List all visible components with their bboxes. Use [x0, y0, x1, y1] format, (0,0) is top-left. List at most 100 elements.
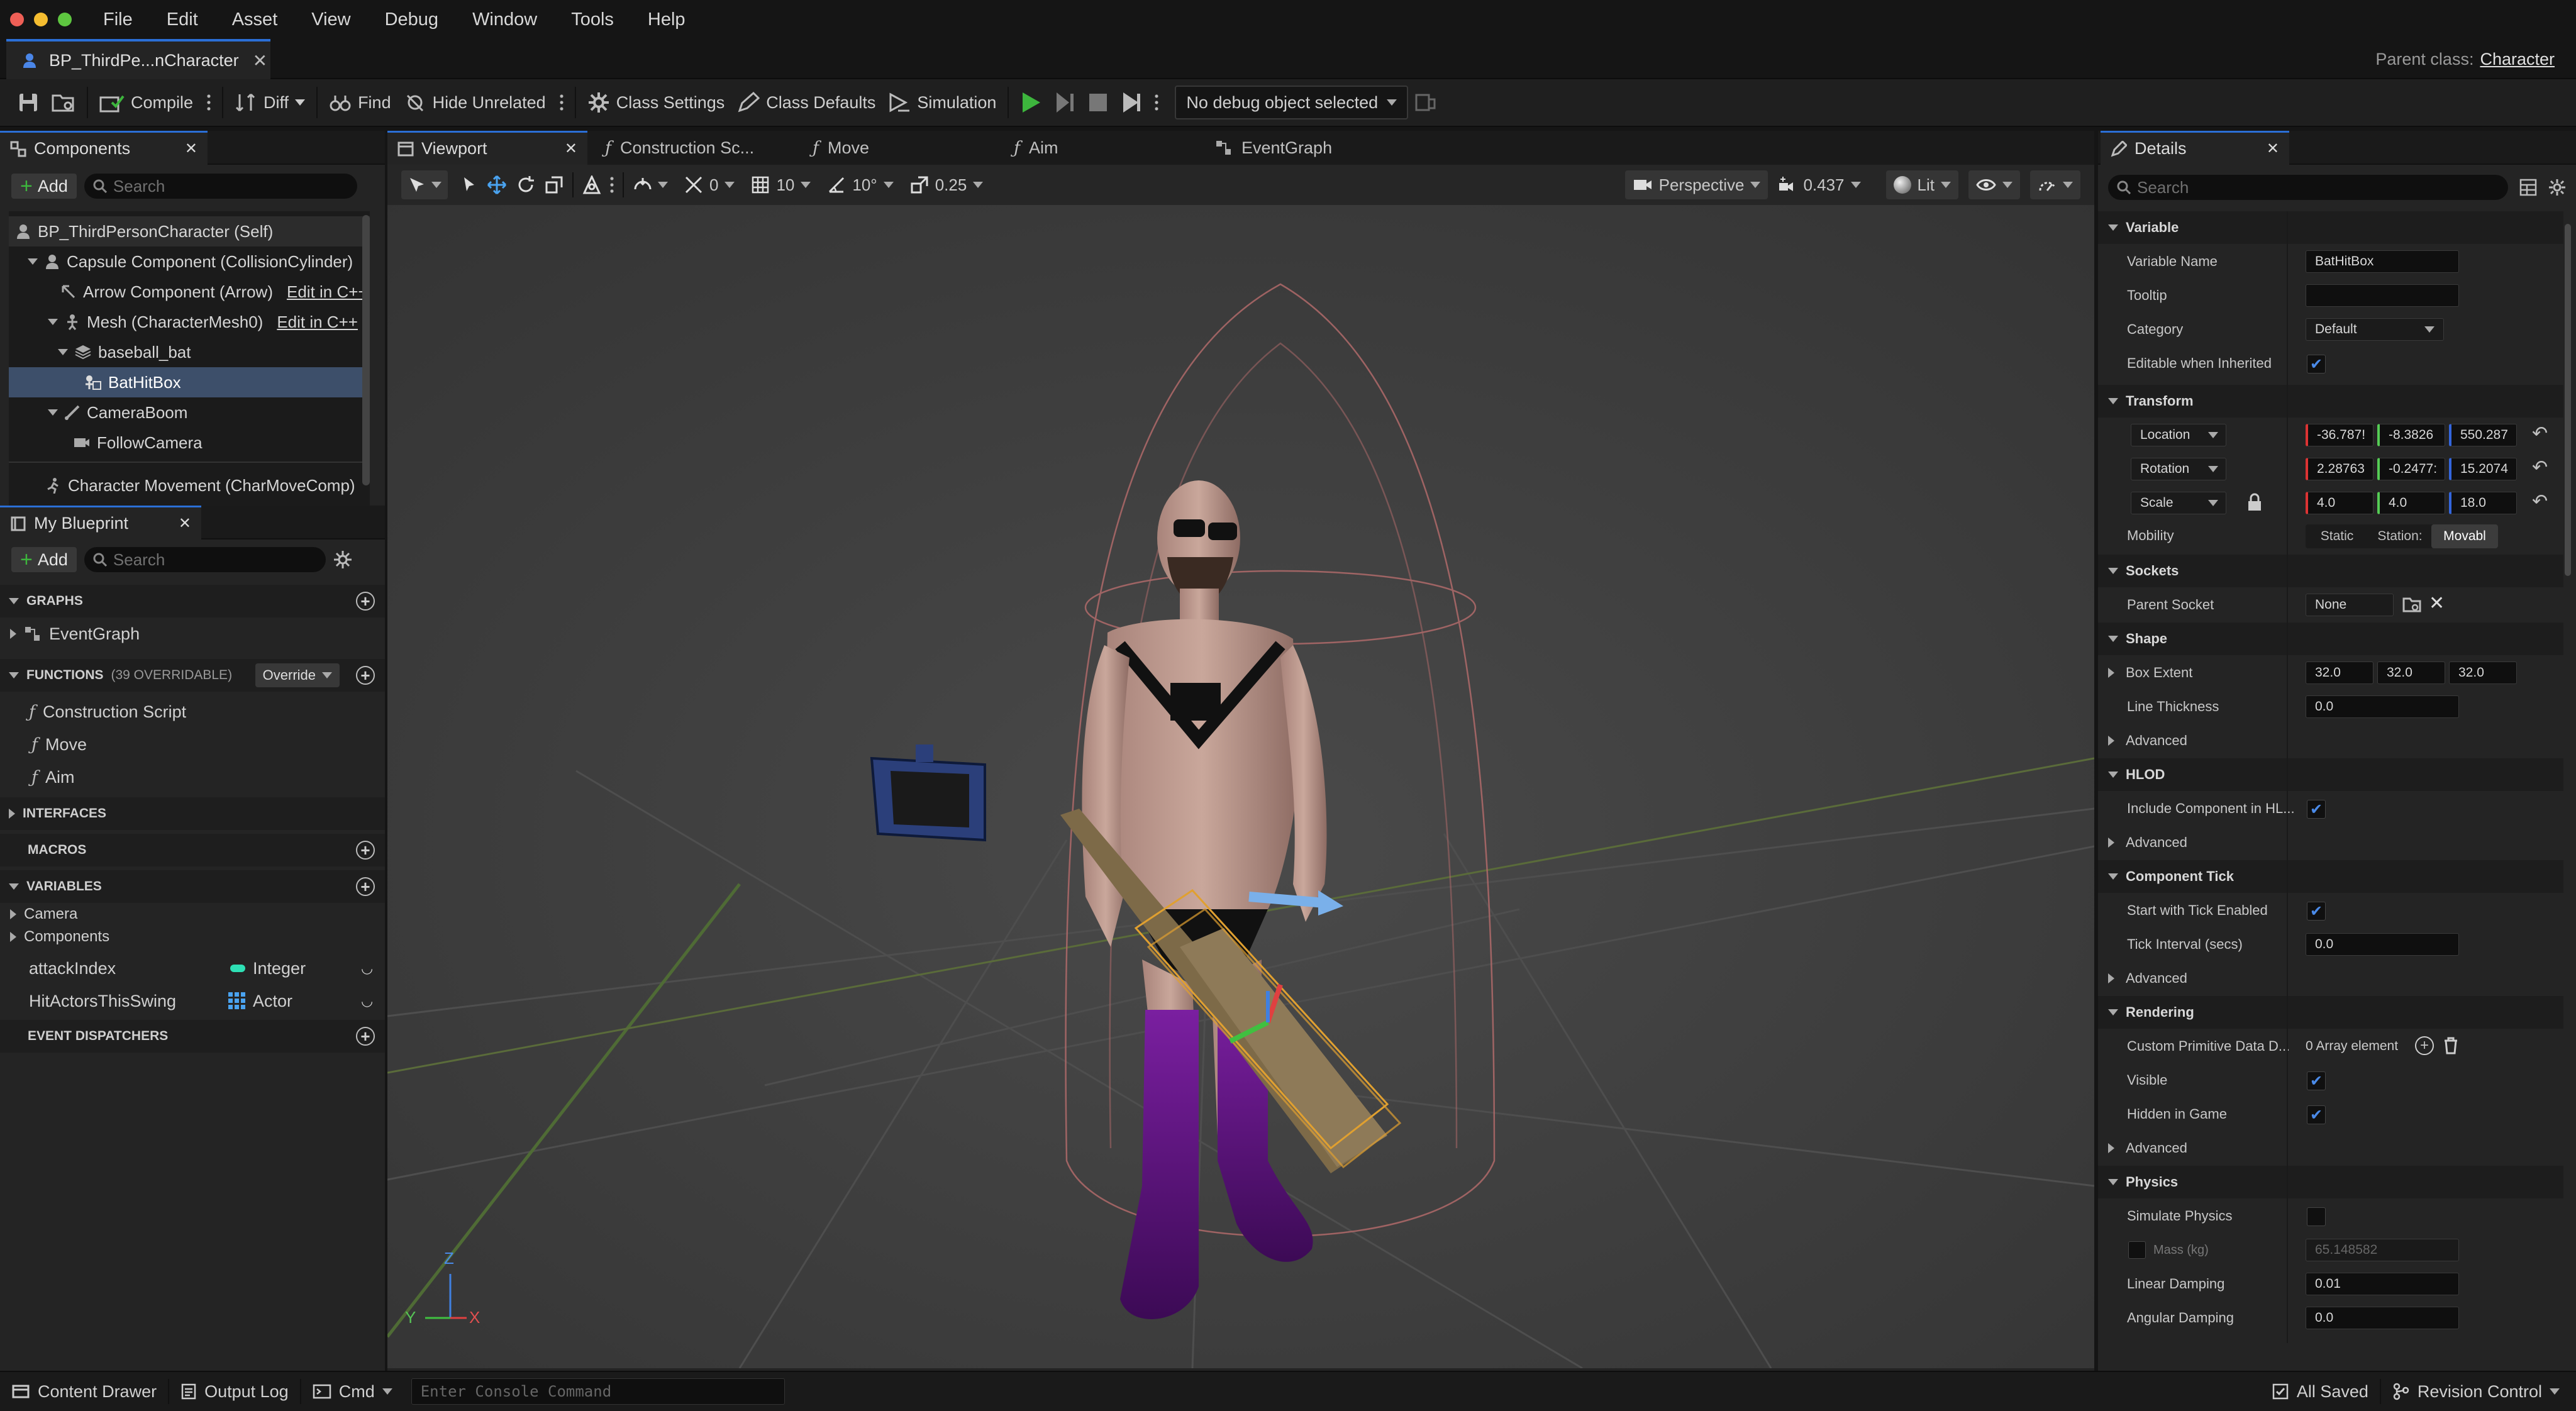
tree-item-character-movement[interactable]: Character Movement (CharMoveComp): [45, 470, 370, 501]
tab-move[interactable]: ƒ Move: [813, 131, 869, 165]
variable-group-camera[interactable]: Camera: [10, 903, 77, 926]
details-search-input[interactable]: Search: [2108, 175, 2508, 200]
add-blueprint-item-button[interactable]: + Add: [11, 547, 77, 572]
surface-snap-toggle[interactable]: [633, 175, 668, 194]
close-panel-icon[interactable]: ✕: [2267, 140, 2279, 158]
compile-button[interactable]: Compile: [93, 84, 217, 121]
trash-icon[interactable]: [2443, 1036, 2459, 1055]
override-function-dropdown[interactable]: Override: [255, 663, 340, 687]
menu-view[interactable]: View: [311, 9, 350, 30]
debug-filter-button[interactable]: [1408, 84, 1442, 121]
rotate-icon[interactable]: [516, 175, 536, 195]
box-extent-z-input[interactable]: 32.0: [2449, 661, 2517, 684]
section-hlod[interactable]: HLOD: [2098, 758, 2563, 791]
3d-scene[interactable]: Z Y X: [387, 205, 2094, 1368]
add-function-icon[interactable]: +: [356, 666, 375, 685]
close-window-button[interactable]: [10, 13, 24, 26]
close-panel-icon[interactable]: ✕: [185, 140, 197, 158]
menu-edit[interactable]: Edit: [167, 9, 198, 30]
graph-item-eventgraph[interactable]: EventGraph: [10, 619, 140, 649]
tooltip-input[interactable]: [2306, 284, 2459, 307]
visibility-eye-icon[interactable]: ◡: [361, 993, 373, 1009]
tab-details[interactable]: Details ✕: [2101, 131, 2289, 165]
add-component-button[interactable]: + Add: [11, 174, 77, 199]
output-log-button[interactable]: Output Log: [180, 1382, 289, 1402]
menu-file[interactable]: File: [103, 9, 133, 30]
rotation-mode-dropdown[interactable]: Rotation: [2131, 458, 2226, 480]
scale-z-input[interactable]: 18.0: [2449, 492, 2517, 514]
tree-item-cameraboom[interactable]: CameraBoom: [48, 397, 370, 428]
coordinate-system-icon[interactable]: [582, 175, 601, 194]
section-variables[interactable]: VARIABLES +: [0, 870, 385, 903]
scale-snap-toggle[interactable]: 0.25: [910, 175, 984, 195]
reset-scale-icon[interactable]: ↶: [2532, 490, 2548, 512]
expand-icon[interactable]: [2108, 668, 2114, 678]
section-graphs[interactable]: GRAPHS +: [0, 585, 385, 617]
viewport-options-dropdown[interactable]: [401, 170, 448, 199]
variable-item-hitactors[interactable]: HitActorsThisSwing Actor ◡: [0, 986, 385, 1016]
class-defaults-button[interactable]: Class Defaults: [731, 84, 882, 121]
mobility-static-option[interactable]: Static: [2306, 529, 2368, 544]
section-sockets[interactable]: Sockets: [2098, 555, 2563, 587]
expand-icon[interactable]: [48, 319, 58, 325]
section-interfaces[interactable]: INTERFACES: [0, 797, 385, 830]
add-dispatcher-icon[interactable]: +: [356, 1027, 375, 1046]
rendering-advanced-toggle[interactable]: Advanced: [2108, 1132, 2187, 1165]
document-tab[interactable]: BP_ThirdPe...nCharacter ✕: [6, 39, 270, 79]
add-variable-icon[interactable]: +: [356, 877, 375, 896]
gear-icon[interactable]: [2548, 179, 2566, 196]
visible-checkbox[interactable]: ✔: [2307, 1071, 2326, 1090]
hlod-advanced-toggle[interactable]: Advanced: [2108, 826, 2187, 859]
tab-aim[interactable]: ƒ Aim: [1014, 131, 1058, 165]
scale-y-input[interactable]: 4.0: [2377, 492, 2445, 514]
section-physics[interactable]: Physics: [2098, 1166, 2563, 1198]
tab-construction-script[interactable]: ƒ Construction Sc...: [605, 131, 754, 165]
close-panel-icon[interactable]: ✕: [179, 514, 191, 533]
simulate-physics-checkbox[interactable]: [2307, 1207, 2326, 1226]
tick-advanced-toggle[interactable]: Advanced: [2108, 962, 2187, 995]
camera-speed-dropdown[interactable]: 0.437: [1778, 175, 1861, 195]
tree-item-mesh[interactable]: Mesh (CharacterMesh0) Edit in C++: [48, 307, 370, 337]
section-functions[interactable]: FUNCTIONS (39 OVERRIDABLE) Override +: [0, 659, 385, 692]
add-graph-icon[interactable]: +: [356, 592, 375, 611]
maximize-window-button[interactable]: [58, 13, 72, 26]
table-view-icon[interactable]: [2519, 179, 2537, 196]
find-button[interactable]: Find: [323, 84, 397, 121]
tree-item-baseball-bat[interactable]: baseball_bat: [58, 337, 370, 367]
section-component-tick[interactable]: Component Tick: [2098, 860, 2563, 893]
gear-icon[interactable]: [333, 550, 352, 569]
cmd-dropdown[interactable]: Cmd: [313, 1382, 392, 1402]
details-column-divider[interactable]: [2287, 211, 2288, 1343]
mobility-movable-option[interactable]: Movabl: [2431, 524, 2498, 548]
function-item-aim[interactable]: ƒ Aim: [31, 762, 75, 792]
content-drawer-button[interactable]: Content Drawer: [11, 1382, 157, 1402]
revision-control-button[interactable]: Revision Control: [2392, 1382, 2560, 1402]
minimize-window-button[interactable]: [34, 13, 48, 26]
compile-options-icon[interactable]: [207, 93, 211, 112]
components-scrollbar[interactable]: [362, 215, 370, 485]
class-settings-button[interactable]: Class Settings: [581, 84, 731, 121]
location-z-input[interactable]: 550.287: [2449, 424, 2517, 446]
my-blueprint-search-input[interactable]: Search: [84, 547, 326, 572]
shape-advanced-toggle[interactable]: Advanced: [2108, 724, 2187, 757]
section-event-dispatchers[interactable]: EVENT DISPATCHERS +: [0, 1020, 385, 1053]
eject-icon[interactable]: [1121, 91, 1142, 114]
tab-viewport[interactable]: Viewport ✕: [387, 131, 587, 165]
tick-interval-input[interactable]: 0.0: [2306, 933, 2459, 956]
mass-input[interactable]: 65.148582: [2306, 1239, 2459, 1261]
details-scrollbar[interactable]: [2565, 224, 2571, 576]
variable-name-input[interactable]: BatHitBox: [2306, 250, 2459, 273]
add-element-icon[interactable]: +: [2415, 1036, 2434, 1055]
include-hlod-checkbox[interactable]: ✔: [2307, 800, 2326, 819]
tab-my-blueprint[interactable]: My Blueprint ✕: [0, 506, 201, 540]
location-y-input[interactable]: -8.3826: [2377, 424, 2445, 446]
menu-debug[interactable]: Debug: [385, 9, 438, 30]
perspective-dropdown[interactable]: Perspective: [1624, 170, 1768, 199]
clear-socket-icon[interactable]: ✕: [2429, 592, 2445, 614]
section-rendering[interactable]: Rendering: [2098, 996, 2563, 1029]
editable-inherited-checkbox[interactable]: ✔: [2307, 355, 2326, 374]
scale-icon[interactable]: [545, 175, 564, 194]
rotation-x-input[interactable]: 2.28763: [2306, 458, 2373, 480]
location-x-input[interactable]: -36.787!: [2306, 424, 2373, 446]
menu-help[interactable]: Help: [648, 9, 686, 30]
